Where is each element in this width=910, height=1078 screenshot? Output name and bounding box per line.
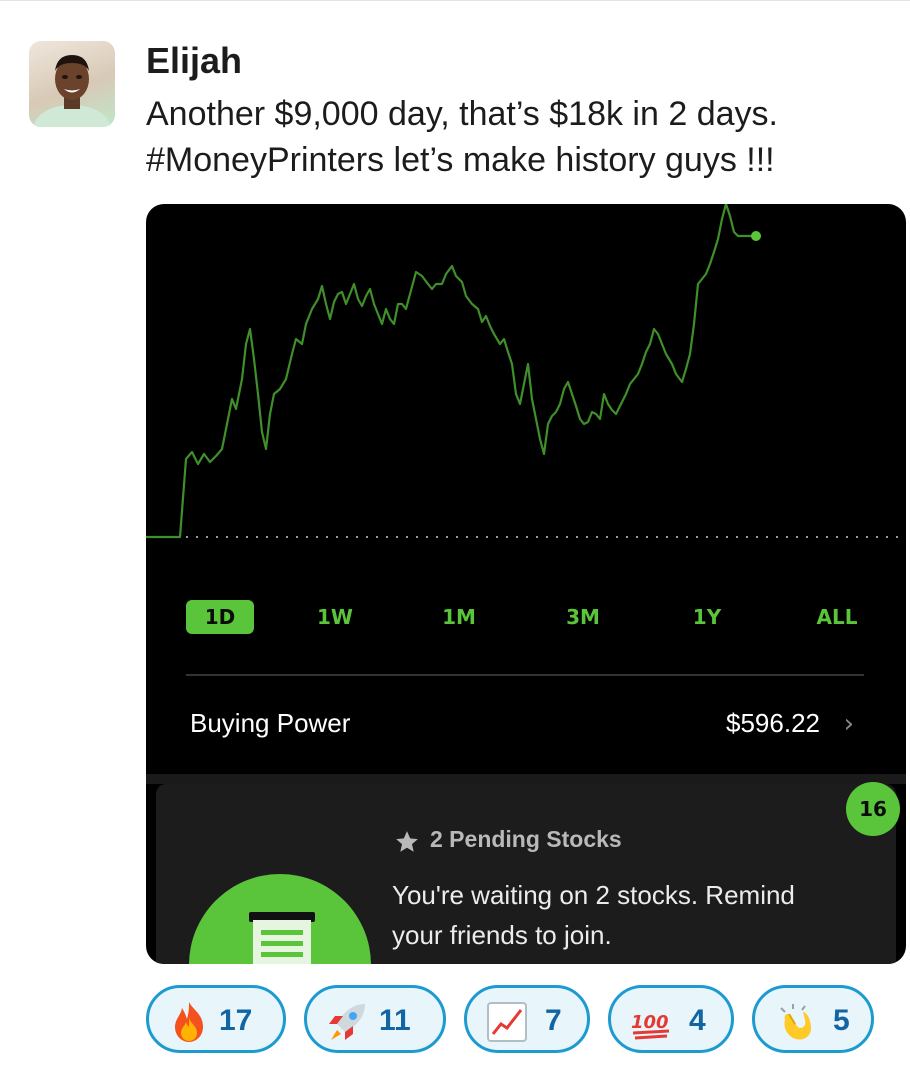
section-band [146, 774, 906, 784]
portfolio-line-chart [146, 204, 906, 539]
range-tab-1w[interactable]: 1W [310, 600, 360, 634]
message-text-line-1: Another $9,000 day, that’s $18k in 2 day… [146, 95, 778, 133]
range-tab-1y[interactable]: 1Y [682, 600, 732, 634]
range-tab-1m[interactable]: 1M [434, 600, 484, 634]
pending-stocks-text-line-2: your friends to join. [392, 920, 612, 950]
reaction-rocket[interactable]: 11 [304, 985, 446, 1053]
buying-power-value[interactable]: $596.22 [726, 708, 820, 739]
reaction-count: 5 [833, 1004, 850, 1037]
notification-count-badge: 16 [846, 782, 900, 836]
range-tab-all[interactable]: ALL [808, 600, 866, 634]
chart-increasing-icon [487, 1002, 527, 1042]
reaction-clapping-hands[interactable]: 5 [752, 985, 874, 1053]
reaction-chart-increasing[interactable]: 7 [464, 985, 590, 1053]
buying-power-label[interactable]: Buying Power [190, 708, 350, 739]
chevron-right-icon[interactable]: › [844, 709, 854, 739]
reaction-count: 7 [545, 1004, 562, 1037]
star-icon [396, 831, 418, 852]
attached-image[interactable]: 1D 1W 1M 3M 1Y ALL Buying Power $596.22 … [146, 204, 906, 964]
reaction-fire[interactable]: 17 [146, 985, 286, 1053]
rocket-icon [329, 1004, 365, 1040]
pending-stocks-text-line-1: You're waiting on 2 stocks. Remind [392, 880, 795, 910]
time-range-selector: 1D 1W 1M 3M 1Y ALL [186, 600, 866, 634]
clapping-hands-icon [780, 1004, 811, 1040]
pending-stocks-title: 2 Pending Stocks [430, 826, 622, 852]
current-value-dot [751, 231, 761, 241]
reaction-count: 4 [689, 1004, 706, 1037]
avatar-portrait [34, 55, 110, 127]
reaction-count: 11 [379, 1004, 411, 1037]
document-icon [249, 912, 315, 964]
author-avatar[interactable] [29, 41, 115, 127]
card-illustration-circle [189, 874, 371, 964]
range-tab-1d[interactable]: 1D [186, 600, 254, 634]
reaction-hundred-points[interactable]: 100 4 [608, 985, 734, 1053]
reaction-count: 17 [219, 1004, 253, 1037]
hundred-points-icon: 100 [631, 1012, 670, 1040]
top-divider [0, 0, 910, 1]
message-text-line-2: #MoneyPrinters let’s make history guys !… [146, 141, 775, 179]
portfolio-value-line [146, 204, 754, 539]
range-tab-3m[interactable]: 3M [558, 600, 608, 634]
author-name[interactable]: Elijah [146, 38, 242, 84]
fire-icon [175, 1002, 203, 1042]
section-divider [186, 674, 864, 676]
